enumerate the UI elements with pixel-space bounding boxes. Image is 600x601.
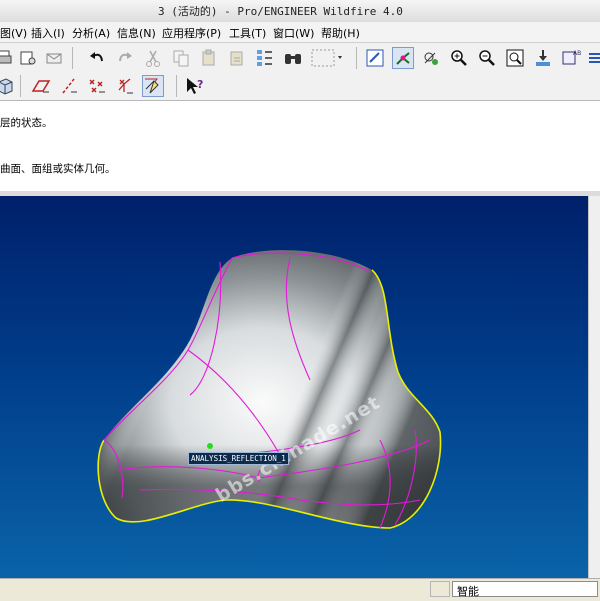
spin-center-marker <box>207 443 213 449</box>
repaint-icon[interactable] <box>364 47 386 69</box>
selection-box-dropdown[interactable] <box>310 47 346 69</box>
selection-filter-dropdown[interactable]: 智能 <box>452 581 598 598</box>
analysis-label[interactable]: ANALYSIS_REFLECTION_1 <box>188 452 289 465</box>
menu-view[interactable]: 图(V) <box>0 25 27 41</box>
datum-axes-icon[interactable] <box>58 75 80 97</box>
menu-help[interactable]: 帮助(H) <box>321 25 360 41</box>
send-mail-icon[interactable] <box>43 47 65 69</box>
annotations-toggle-icon[interactable] <box>142 75 164 97</box>
vertical-scrollbar[interactable] <box>588 196 600 578</box>
svg-text:AB: AB <box>573 50 581 57</box>
datum-planes-icon[interactable] <box>30 75 52 97</box>
toolbar-separator <box>72 47 73 69</box>
paste-icon[interactable] <box>198 47 220 69</box>
title-bar: 3 (活动的) - Pro/ENGINEER Wildfire 4.0 <box>0 0 600 23</box>
saved-views-icon[interactable]: AB <box>560 47 582 69</box>
copy-icon[interactable] <box>170 47 192 69</box>
refit-icon[interactable] <box>504 47 526 69</box>
datum-points-icon[interactable] <box>86 75 108 97</box>
spin-center-icon[interactable] <box>392 47 414 69</box>
menu-info[interactable]: 信息(N) <box>117 25 156 41</box>
message-line-1: 层的状态。 <box>0 117 53 129</box>
coordinate-systems-icon[interactable] <box>114 75 136 97</box>
paste-special-icon[interactable] <box>226 47 248 69</box>
redo-icon[interactable] <box>114 47 136 69</box>
status-cell <box>430 581 450 597</box>
menu-applications[interactable]: 应用程序(P) <box>162 25 221 41</box>
context-help-icon[interactable]: ? <box>184 75 206 97</box>
toolbar-separator <box>356 47 357 69</box>
find-icon[interactable] <box>282 47 304 69</box>
message-panel: 层的状态。 曲面、面组或实体几何。 <box>0 101 600 192</box>
toolbar-separator <box>20 75 21 97</box>
svg-text:?: ? <box>197 78 203 91</box>
graphics-viewport[interactable]: bbs.chinade.net <box>0 196 588 578</box>
regenerate-icon[interactable] <box>254 47 276 69</box>
menu-insert[interactable]: 插入(I) <box>31 25 65 41</box>
part-model[interactable] <box>97 250 442 529</box>
menu-bar: 图(V) 插入(I) 分析(A) 信息(N) 应用程序(P) 工具(T) 窗口(… <box>0 22 600 43</box>
cut-icon[interactable] <box>142 47 164 69</box>
zoom-in-icon[interactable] <box>448 47 470 69</box>
menu-window[interactable]: 窗口(W) <box>273 25 314 41</box>
toolbar-separator <box>176 75 177 97</box>
message-line-2: 曲面、面组或实体几何。 <box>0 163 116 175</box>
orient-mode-icon[interactable] <box>420 47 442 69</box>
main-toolbar: AB <box>0 43 600 74</box>
datum-toolbar: ? <box>0 73 600 101</box>
undo-icon[interactable] <box>86 47 108 69</box>
model-display-icon[interactable] <box>0 75 16 97</box>
print-icon[interactable] <box>0 47 14 69</box>
status-bar: 智能 <box>0 578 600 601</box>
menu-analysis[interactable]: 分析(A) <box>72 25 110 41</box>
menu-tools[interactable]: 工具(T) <box>229 25 266 41</box>
reorient-icon[interactable] <box>532 47 554 69</box>
zoom-out-icon[interactable] <box>476 47 498 69</box>
page-setup-icon[interactable] <box>17 47 39 69</box>
layers-icon[interactable] <box>588 47 600 69</box>
window-title: 3 (活动的) - Pro/ENGINEER Wildfire 4.0 <box>158 5 403 18</box>
